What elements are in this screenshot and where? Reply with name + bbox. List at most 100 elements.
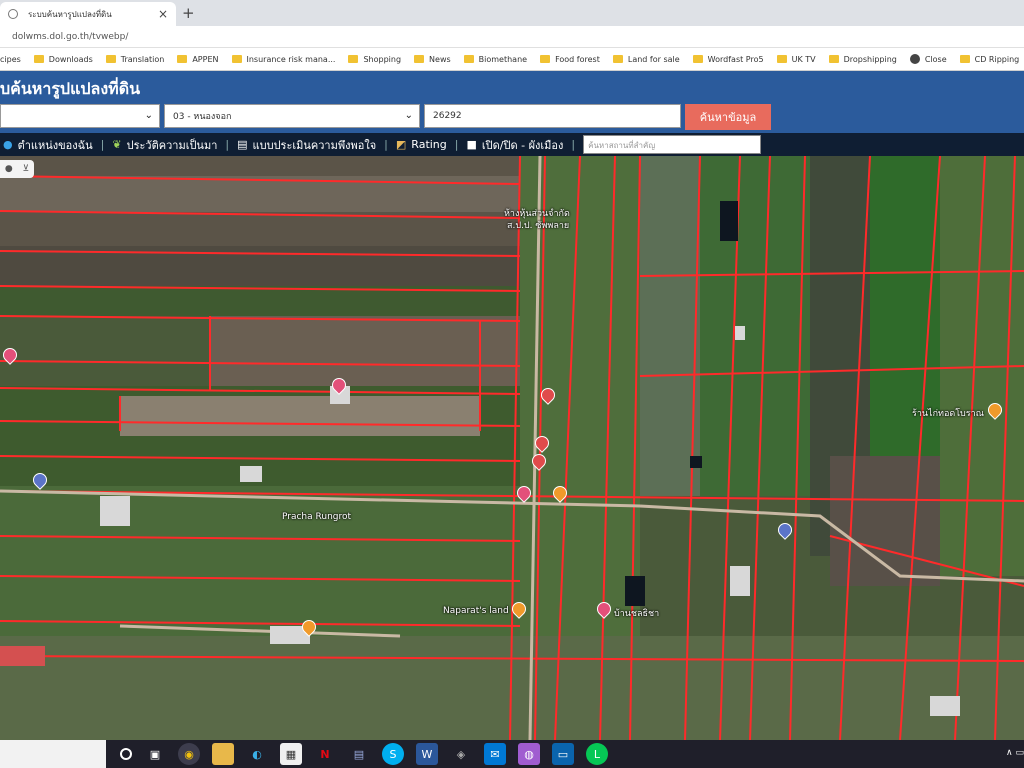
map-label: Pracha Rungrot <box>282 512 352 522</box>
address-bar[interactable]: dolwms.dol.go.th/tvwebp/ <box>0 26 1024 48</box>
edge-icon[interactable]: ◐ <box>246 743 268 765</box>
store-icon[interactable]: ▦ <box>280 743 302 765</box>
checkbox-icon: ■ <box>466 138 477 151</box>
file-explorer-icon[interactable] <box>212 743 234 765</box>
folder-icon <box>33 55 44 63</box>
folder-icon <box>776 55 787 63</box>
bookmark-label: Food forest <box>555 54 600 64</box>
system-tray[interactable]: ∧ ▭ <box>1006 748 1024 758</box>
field-area <box>640 156 700 496</box>
divider: | <box>384 138 388 151</box>
parcel-number-input[interactable]: 26292 <box>424 104 681 128</box>
place-search-input[interactable]: ค้นหาสถานที่สำคัญ <box>583 135 762 154</box>
bookmark-item[interactable]: Translation <box>105 54 165 64</box>
site-header: บค้นหารูปแปลงที่ดิน ⌄ 03 - หนองจอก ⌄ 262… <box>0 71 1024 133</box>
chrome-icon[interactable]: ◉ <box>178 743 200 765</box>
bookmark-item[interactable]: APPEN <box>177 54 219 64</box>
bookmark-item[interactable]: Shopping <box>348 55 401 64</box>
folder-icon <box>692 55 703 63</box>
folder-icon <box>177 55 188 63</box>
folder-icon <box>828 55 839 63</box>
chevron-down-icon: ⌄ <box>144 110 153 121</box>
bookmark-item[interactable]: Food forest <box>540 55 600 64</box>
word-icon[interactable]: W <box>416 743 438 765</box>
bookmark-item[interactable]: cipes <box>0 55 21 64</box>
chevron-down-icon: ⌄ <box>404 110 413 121</box>
mail-icon[interactable]: ✉ <box>484 743 506 765</box>
bookmark-item[interactable]: Insurance risk mana... <box>231 54 336 64</box>
bookmark-item[interactable]: Biomethane <box>463 54 528 64</box>
bookmark-item[interactable]: Land for sale <box>612 55 680 64</box>
folder-icon <box>540 55 551 63</box>
bookmark-label: Translation <box>120 54 165 64</box>
notes-icon[interactable]: ▤ <box>348 743 370 765</box>
bookmark-item[interactable]: Downloads <box>33 55 93 64</box>
task-view-icon[interactable]: ▣ <box>144 743 166 765</box>
network-icon[interactable]: ▭ <box>1015 748 1024 758</box>
search-button[interactable]: ค้นหาข้อมูล <box>685 104 771 130</box>
folder-icon <box>959 55 970 63</box>
history-button[interactable]: ❦ ประวัติความเป็นมา <box>112 136 217 154</box>
history-label: ประวัติความเป็นมา <box>126 138 218 152</box>
bookmark-label: cipes <box>0 54 21 64</box>
os-taskbar: ▣ ◉ ◐ ▦ N ▤ S W ◈ ✉ ◍ ▭ L ∧ ▭ <box>0 740 1024 768</box>
close-tab-icon[interactable]: × <box>158 7 168 21</box>
district-select[interactable]: 03 - หนองจอก ⌄ <box>164 104 420 128</box>
skype-icon[interactable]: S <box>382 743 404 765</box>
rating-label: Rating <box>411 138 447 151</box>
outlook-icon[interactable]: ▭ <box>552 743 574 765</box>
parcel-value: 26292 <box>433 111 462 121</box>
field-area <box>0 176 520 212</box>
my-location-button[interactable]: ● ตำแหน่งของฉัน <box>3 136 93 154</box>
rating-button[interactable]: ◩ Rating <box>396 138 447 151</box>
map-toolbar: ● ตำแหน่งของฉัน | ❦ ประวัติความเป็นมา | … <box>0 133 1024 156</box>
folder-icon <box>612 55 623 63</box>
bookmark-label: APPEN <box>192 54 219 64</box>
bookmark-label: Insurance risk mana... <box>246 54 336 64</box>
city-plan-label: เปิด/ปิด - ผังเมือง <box>481 138 564 152</box>
bookmark-item[interactable]: Dropshipping <box>828 55 897 64</box>
url-text: dolwms.dol.go.th/tvwebp/ <box>12 31 129 42</box>
netflix-icon[interactable]: N <box>314 743 336 765</box>
circle-icon[interactable]: ● <box>5 164 13 174</box>
page-title: บค้นหารูปแปลงที่ดิน <box>0 79 141 98</box>
city-plan-toggle[interactable]: ■ เปิด/ปิด - ผังเมือง <box>466 136 563 154</box>
divider: | <box>454 138 459 151</box>
new-tab-button[interactable]: + <box>182 4 195 22</box>
map-controls[interactable]: ● ⊻ <box>0 160 34 178</box>
bookmark-item[interactable]: Close <box>909 54 947 64</box>
line-icon[interactable]: L <box>586 743 608 765</box>
bookmark-item[interactable]: Wordfast Pro5 <box>692 55 764 64</box>
map-label: บ้านชลธิชา <box>614 609 660 619</box>
site-favicon-icon <box>8 9 18 19</box>
bookmark-item[interactable]: CD Ripping <box>959 55 1019 64</box>
taskbar-search-box[interactable] <box>0 740 106 768</box>
map-canvas <box>0 156 1024 740</box>
sprout-icon: ❦ <box>112 138 122 151</box>
map-label: ร้านไก่ทอดโบราณ <box>912 409 984 419</box>
field-area <box>120 396 480 436</box>
cart-icon[interactable]: ⊻ <box>23 164 30 174</box>
bookmark-label: Biomethane <box>478 54 528 64</box>
folder-icon <box>231 55 242 63</box>
camera-icon[interactable]: ◍ <box>518 743 540 765</box>
bookmark-label: UK TV <box>791 54 816 64</box>
survey-label: แบบประเมินความพึงพอใจ <box>252 138 377 152</box>
chart-icon: ◩ <box>395 138 407 151</box>
divider: | <box>225 138 230 151</box>
bookmarks-bar: cipes Downloads Translation APPEN Insura… <box>0 48 1024 71</box>
chevron-up-icon[interactable]: ∧ <box>1006 748 1013 758</box>
satellite-map[interactable]: ● ⊻ ห้างหุ้นส่วนจำกัด ส.ป.ป. ซัพพลาย Nap… <box>0 156 1024 740</box>
field-area <box>700 156 810 496</box>
bookmark-label: News <box>429 54 451 64</box>
province-select[interactable]: ⌄ <box>0 104 160 128</box>
app-icon[interactable]: ◈ <box>450 743 472 765</box>
survey-button[interactable]: ▤ แบบประเมินความพึงพอใจ <box>237 136 376 154</box>
cortana-icon[interactable] <box>120 748 132 760</box>
divider: | <box>571 138 576 151</box>
bookmark-item[interactable]: UK TV <box>776 54 816 64</box>
browser-tabstrip: ระบบค้นหารูปแปลงที่ดิน × + <box>0 0 1024 26</box>
browser-tab[interactable]: ระบบค้นหารูปแปลงที่ดิน × <box>0 2 176 26</box>
bookmark-item[interactable]: News <box>414 55 451 64</box>
globe-icon <box>909 54 920 64</box>
